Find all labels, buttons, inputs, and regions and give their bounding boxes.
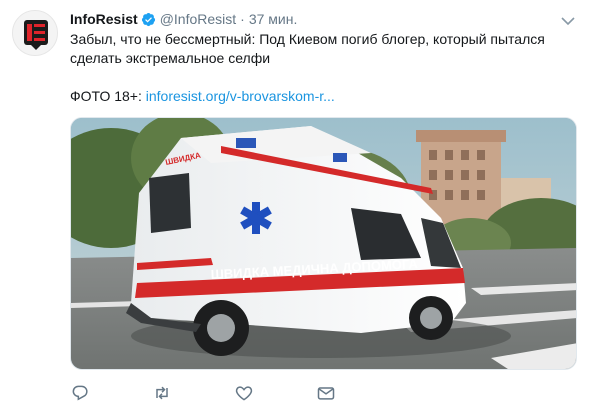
avatar[interactable] xyxy=(12,10,58,56)
tweet-text-line: сделать экстремальное селфи xyxy=(70,50,271,66)
photo-line: ФОТО 18+: inforesist.org/v-brovarskom-r.… xyxy=(70,87,570,106)
ambulance-photo: ШВИДКА МЕДИЧНА ДОПОМОГА ШВИДКА xyxy=(71,118,576,369)
chevron-down-icon[interactable] xyxy=(561,13,575,26)
tweet-timestamp[interactable]: 37 мин. xyxy=(249,11,298,27)
tweet[interactable]: InfoResist @InfoResist · 37 мин. Забыл, … xyxy=(0,0,589,410)
separator-dot: · xyxy=(240,11,245,27)
verified-badge-icon xyxy=(141,12,156,27)
tweet-header: InfoResist @InfoResist · 37 мин. xyxy=(70,10,297,28)
mail-icon[interactable] xyxy=(316,383,336,403)
author-name[interactable]: InfoResist xyxy=(70,11,138,27)
retweet-icon[interactable] xyxy=(152,383,172,403)
article-link[interactable]: inforesist.org/v-brovarskom-r... xyxy=(146,88,335,104)
author-handle[interactable]: @InfoResist xyxy=(160,11,236,27)
reply-icon[interactable] xyxy=(70,383,90,403)
inforesist-logo xyxy=(13,11,57,55)
tweet-actions xyxy=(70,381,490,405)
heart-icon[interactable] xyxy=(234,383,254,403)
tweet-photo[interactable]: ШВИДКА МЕДИЧНА ДОПОМОГА ШВИДКА xyxy=(70,117,577,370)
tweet-text-line: Забыл, что не бессмертный: Под Киевом по… xyxy=(70,31,545,47)
photo-label: ФОТО 18+: xyxy=(70,88,146,104)
tweet-text: Забыл, что не бессмертный: Под Киевом по… xyxy=(70,30,570,106)
